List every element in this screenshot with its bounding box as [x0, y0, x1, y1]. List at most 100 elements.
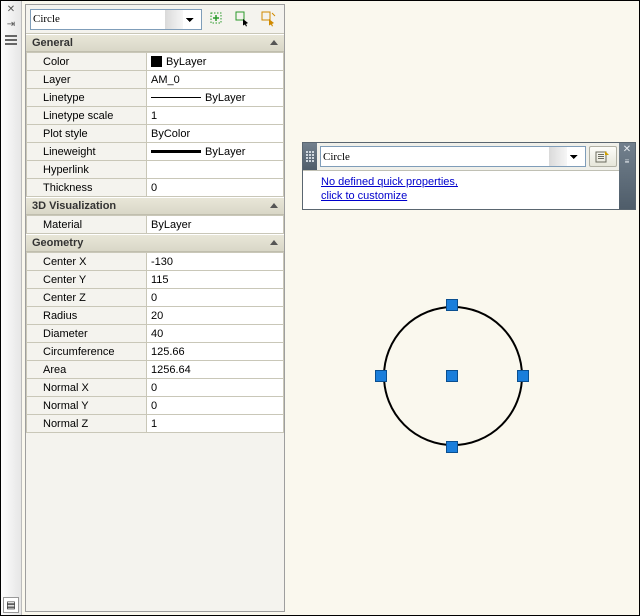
quick-properties-palette: Circle No defined quick properties, clic…: [302, 142, 636, 210]
prop-label: Center Z: [27, 289, 147, 307]
prop-value[interactable]: ByColor: [147, 125, 284, 143]
section-header-3d[interactable]: 3D Visualization: [26, 197, 284, 215]
row-plotstyle: Plot styleByColor: [27, 125, 284, 143]
row-center-y: Center Y115: [27, 271, 284, 289]
toggle-pickadd-button[interactable]: [206, 8, 228, 30]
prop-label: Lineweight: [27, 143, 147, 161]
prop-label: Normal Z: [27, 415, 147, 433]
quick-properties-object-select[interactable]: Circle: [320, 146, 586, 167]
prop-value[interactable]: 40: [147, 325, 284, 343]
close-icon[interactable]: ✕: [623, 145, 631, 155]
properties-panel-header: Circle: [26, 5, 284, 33]
section-header-general[interactable]: General: [26, 34, 284, 52]
geometry-table: Center X-130 Center Y115 Center Z0 Radiu…: [26, 252, 284, 433]
row-lineweight: LineweightByLayer: [27, 143, 284, 161]
prop-label: Plot style: [27, 125, 147, 143]
prop-label: Layer: [27, 71, 147, 89]
prop-label: Area: [27, 361, 147, 379]
row-area: Area1256.64: [27, 361, 284, 379]
row-linetype: LinetypeByLayer: [27, 89, 284, 107]
prop-label: Thickness: [27, 179, 147, 197]
grip-south[interactable]: [446, 441, 458, 453]
prop-value[interactable]: 115: [147, 271, 284, 289]
prop-value[interactable]: ByLayer: [147, 216, 284, 234]
prop-label: Color: [27, 53, 147, 71]
prop-value[interactable]: AM_0: [147, 71, 284, 89]
prop-value[interactable]: 20: [147, 307, 284, 325]
menu-icon[interactable]: [5, 33, 18, 46]
prop-value[interactable]: 1256.64: [147, 361, 284, 379]
section-title: 3D Visualization: [32, 200, 116, 212]
prop-label: Hyperlink: [27, 161, 147, 179]
grip-handle-icon[interactable]: [303, 143, 317, 170]
quick-select-button[interactable]: [258, 8, 280, 30]
options-icon[interactable]: ≡: [625, 157, 630, 167]
customize-button[interactable]: [589, 146, 617, 167]
row-thickness: Thickness0: [27, 179, 284, 197]
prop-label: Circumference: [27, 343, 147, 361]
prop-value[interactable]: ByLayer: [147, 89, 284, 107]
row-normal-x: Normal X0: [27, 379, 284, 397]
properties-palette-icon: ▤: [3, 597, 19, 613]
prop-value[interactable]: 0: [147, 379, 284, 397]
properties-grid: General ColorByLayer LayerAM_0 LinetypeB…: [26, 33, 284, 433]
chevron-up-icon: [270, 40, 278, 45]
prop-label: Center Y: [27, 271, 147, 289]
row-radius: Radius20: [27, 307, 284, 325]
autohide-icon[interactable]: ⇥: [5, 18, 18, 31]
section-title: General: [32, 37, 73, 49]
quick-properties-sidebar: ✕ ≡: [619, 143, 635, 209]
color-swatch-icon: [151, 56, 162, 67]
prop-value[interactable]: [147, 161, 284, 179]
prop-value[interactable]: ByLayer: [147, 53, 284, 71]
prop-label: Material: [27, 216, 147, 234]
row-ltscale: Linetype scale1: [27, 107, 284, 125]
row-normal-z: Normal Z1: [27, 415, 284, 433]
dock-title: Properties ▤: [1, 535, 22, 615]
grip-north[interactable]: [446, 299, 458, 311]
prop-label: Center X: [27, 253, 147, 271]
properties-dock-strip: ✕ ⇥ Properties ▤: [1, 1, 22, 615]
prop-label: Radius: [27, 307, 147, 325]
properties-panel: Circle General ColorByLayer LayerAM_0 Li…: [25, 4, 285, 612]
prop-label: Normal Y: [27, 397, 147, 415]
grip-west[interactable]: [375, 370, 387, 382]
row-normal-y: Normal Y0: [27, 397, 284, 415]
row-layer: LayerAM_0: [27, 71, 284, 89]
threeD-table: MaterialByLayer: [26, 215, 284, 234]
chevron-up-icon: [270, 203, 278, 208]
row-color: ColorByLayer: [27, 53, 284, 71]
prop-value[interactable]: 1: [147, 107, 284, 125]
linetype-preview-icon: [151, 97, 201, 98]
select-objects-button[interactable]: [232, 8, 254, 30]
prop-value[interactable]: 125.66: [147, 343, 284, 361]
section-header-geometry[interactable]: Geometry: [26, 234, 284, 252]
prop-label: Linetype scale: [27, 107, 147, 125]
row-circumference: Circumference125.66: [27, 343, 284, 361]
object-type-select[interactable]: Circle: [30, 9, 202, 30]
row-center-x: Center X-130: [27, 253, 284, 271]
close-icon[interactable]: ✕: [5, 3, 18, 16]
grip-center[interactable]: [446, 370, 458, 382]
section-title: Geometry: [32, 237, 83, 249]
row-diameter: Diameter40: [27, 325, 284, 343]
prop-value[interactable]: 1: [147, 415, 284, 433]
chevron-up-icon: [270, 240, 278, 245]
customize-link[interactable]: No defined quick properties, click to cu…: [321, 175, 613, 203]
quick-properties-body: No defined quick properties, click to cu…: [303, 171, 619, 209]
row-center-z: Center Z0: [27, 289, 284, 307]
prop-value[interactable]: 0: [147, 179, 284, 197]
grip-east[interactable]: [517, 370, 529, 382]
row-material: MaterialByLayer: [27, 216, 284, 234]
prop-label: Diameter: [27, 325, 147, 343]
general-table: ColorByLayer LayerAM_0 LinetypeByLayer L…: [26, 52, 284, 197]
row-hyperlink: Hyperlink: [27, 161, 284, 179]
prop-value[interactable]: -130: [147, 253, 284, 271]
quick-properties-header: Circle: [303, 143, 619, 171]
prop-value[interactable]: 0: [147, 397, 284, 415]
prop-value[interactable]: ByLayer: [147, 143, 284, 161]
prop-label: Linetype: [27, 89, 147, 107]
prop-value[interactable]: 0: [147, 289, 284, 307]
prop-label: Normal X: [27, 379, 147, 397]
lineweight-preview-icon: [151, 150, 201, 153]
